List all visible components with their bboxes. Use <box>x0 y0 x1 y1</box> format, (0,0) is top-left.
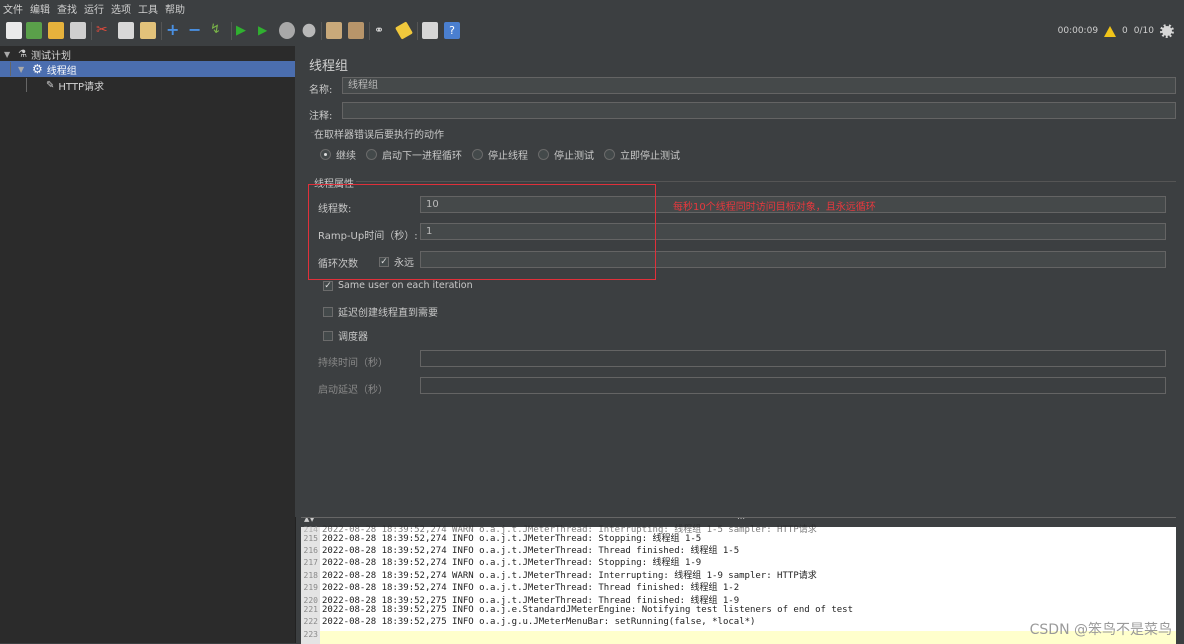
start-icon[interactable]: ▶ <box>236 22 252 39</box>
active-threads: 0/10 <box>1133 26 1154 36</box>
duration-label: 持续时间（秒） <box>318 358 388 369</box>
collapse-icon[interactable]: − <box>188 22 204 39</box>
pipette-icon: ✎ <box>46 79 55 91</box>
log-line: 222 2022-08-28 18:39:52,275 INFO o.a.j.g.… <box>303 617 756 628</box>
menu-search[interactable]: 查找 <box>54 1 81 16</box>
elapsed-time: 00:00:09 <box>1057 26 1099 36</box>
name-label: 名称: <box>309 85 333 96</box>
gear-icon: ⚙ <box>32 62 43 76</box>
same-user-checkbox[interactable]: ✓ Same user on each iteration <box>323 280 473 291</box>
radio-continue[interactable]: 继续 <box>320 147 356 162</box>
menu-file[interactable]: 文件 <box>0 1 27 16</box>
tree-label-http-request: HTTP请求 <box>58 81 104 93</box>
delay-thread-creation-checkbox[interactable]: 延迟创建线程直到需要 <box>323 304 438 319</box>
status-area: 00:00:09 0 0/10 <box>1058 24 1174 38</box>
paste-icon[interactable] <box>140 22 156 39</box>
watermark: CSDN @笨鸟不是菜鸟 <box>1029 622 1172 638</box>
menu-edit[interactable]: 编辑 <box>27 1 54 16</box>
warning-icon[interactable] <box>1104 25 1117 37</box>
radio-dot <box>472 149 483 160</box>
search-icon[interactable]: ⚭ <box>374 22 390 39</box>
test-plan-tree: ▼ ⚗ 测试计划 ▼ ⚙ 线程组 ✎ HTTP请求 <box>0 46 296 643</box>
start-no-pauses-icon[interactable]: ▶ <box>258 22 274 39</box>
scheduler-checkbox[interactable]: 调度器 <box>323 328 368 343</box>
reset-search-icon[interactable] <box>395 21 413 40</box>
shutdown-icon[interactable] <box>302 23 316 38</box>
warning-count: 0 <box>1122 26 1128 36</box>
tree-label-thread-group: 线程组 <box>46 65 77 77</box>
error-action-label: 在取样器错误后要执行的动作 <box>314 130 444 141</box>
menu-help[interactable]: 帮助 <box>162 1 189 16</box>
cut-icon[interactable]: ✂ <box>96 22 112 39</box>
radio-dot <box>320 149 331 160</box>
new-icon[interactable] <box>6 22 22 39</box>
log-line: 217 2022-08-28 18:39:52,274 INFO o.a.j.t.… <box>303 558 702 569</box>
clear-all-icon[interactable] <box>348 22 364 39</box>
menu-options[interactable]: 选项 <box>108 1 135 16</box>
startup-delay-label: 启动延迟（秒） <box>318 385 388 396</box>
radio-start-next-loop[interactable]: 启动下一进程循环 <box>366 147 462 162</box>
function-helper-icon[interactable] <box>422 22 438 39</box>
log-line: 221 2022-08-28 18:39:52,275 INFO o.a.j.e.… <box>303 604 854 615</box>
chevron-down-icon[interactable]: ▼ <box>18 65 28 74</box>
check-icon: ✓ <box>323 280 333 291</box>
comment-field[interactable] <box>342 102 1176 119</box>
duration-field[interactable] <box>420 350 1166 367</box>
menu-run[interactable]: 运行 <box>81 1 108 16</box>
log-line: 223 <box>303 629 318 639</box>
thread-group-panel: 线程组 名称: 线程组 注释: 在取样器错误后要执行的动作 继续 启动下一进程循… <box>301 46 1184 516</box>
radio-dot <box>366 149 377 160</box>
radio-dot <box>604 149 615 160</box>
toggle-icon[interactable]: ↯ <box>210 22 226 39</box>
radio-stop-test[interactable]: 停止测试 <box>538 147 594 162</box>
menu-bar: 文件 编辑 查找 运行 选项 工具 帮助 <box>0 0 1184 16</box>
name-field[interactable]: 线程组 <box>342 77 1176 94</box>
flask-icon: ⚗ <box>18 48 27 60</box>
tree-item-thread-group[interactable]: ▼ ⚙ 线程组 <box>0 61 295 77</box>
startup-delay-field[interactable] <box>420 377 1166 394</box>
toolbar: ✂ + − ↯ ▶ ▶ ⚭ ? <box>0 16 1184 47</box>
log-scrollbar[interactable] <box>1176 517 1184 643</box>
radio-stop-thread[interactable]: 停止线程 <box>472 147 528 162</box>
checkbox-box <box>323 306 333 317</box>
tree-item-test-plan[interactable]: ▼ ⚗ 测试计划 <box>4 46 71 62</box>
stop-icon[interactable] <box>279 22 295 39</box>
page-title: 线程组 <box>309 59 349 74</box>
help-icon[interactable]: ? <box>444 22 460 39</box>
gear-icon[interactable] <box>1160 24 1174 38</box>
checkbox-box <box>323 330 333 341</box>
templates-icon[interactable] <box>26 22 42 39</box>
save-icon[interactable] <box>70 22 86 39</box>
log-line: 215 2022-08-28 18:39:52,274 INFO o.a.j.t.… <box>303 533 702 544</box>
log-line: 220 2022-08-28 18:39:52,275 INFO o.a.j.t.… <box>303 595 740 606</box>
open-icon[interactable] <box>48 22 64 39</box>
comment-label: 注释: <box>309 111 333 122</box>
radio-stop-test-now[interactable]: 立即停止测试 <box>604 147 680 162</box>
clear-icon[interactable] <box>326 22 342 39</box>
menu-tools[interactable]: 工具 <box>135 1 162 16</box>
log-line: 216 2022-08-28 18:39:52,274 INFO o.a.j.t.… <box>303 545 740 556</box>
annotation-text: 每秒10个线程同时访问目标对象，且永远循环 <box>673 202 876 213</box>
log-line: 219 2022-08-28 18:39:52,274 INFO o.a.j.t.… <box>303 583 740 594</box>
log-line: 218 2022-08-28 18:39:52,274 WARN o.a.j.t.… <box>303 570 817 581</box>
tree-item-http-request[interactable]: ✎ HTTP请求 <box>46 77 104 93</box>
copy-icon[interactable] <box>118 22 134 39</box>
tree-label-test-plan: 测试计划 <box>30 50 71 62</box>
annotation-box <box>308 184 656 280</box>
chevron-down-icon[interactable]: ▼ <box>4 50 14 59</box>
expand-icon[interactable]: + <box>166 22 182 39</box>
error-action-group: 继续 启动下一进程循环 停止线程 停止测试 立即停止测试 <box>320 147 690 162</box>
radio-dot <box>538 149 549 160</box>
